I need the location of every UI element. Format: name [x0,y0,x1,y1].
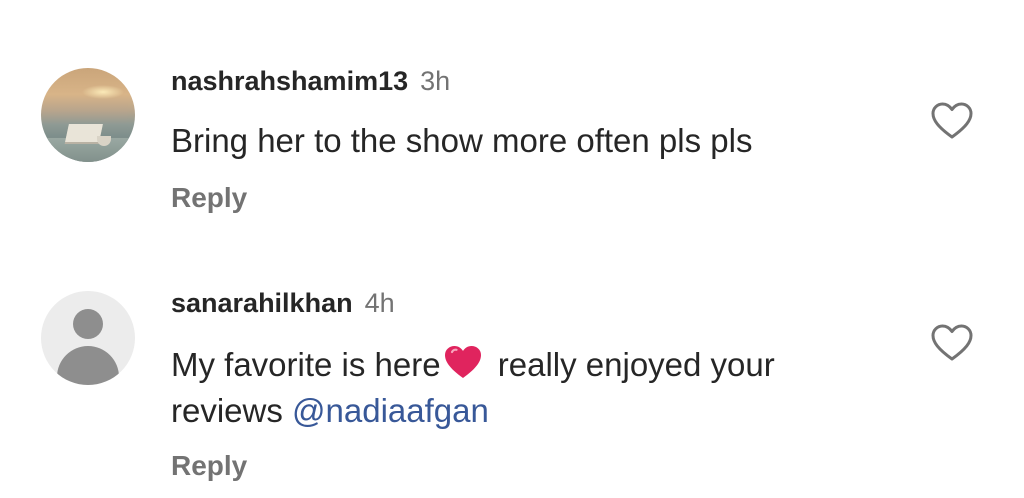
comment-header: sanarahilkhan 4h [171,288,395,319]
default-avatar-head [73,309,103,339]
username[interactable]: sanarahilkhan [171,288,353,318]
mention-link[interactable]: @nadiaafgan [292,392,489,429]
heart-outline-icon [931,324,973,361]
comment-text-part: really enjoyed your [488,346,775,383]
like-button[interactable] [930,323,974,363]
timestamp: 4h [364,288,395,318]
avatar[interactable] [41,291,135,385]
comment-text: My favorite is here really enjoyed your r… [171,344,891,432]
red-heart-emoji [443,344,483,390]
default-avatar-body [57,346,119,385]
comment-text-part: reviews [171,392,293,429]
comment-text-part: My favorite is here [171,346,441,383]
reply-button[interactable]: Reply [171,450,247,482]
comment-item: sanarahilkhan 4h My favorite is here real… [0,0,1024,498]
